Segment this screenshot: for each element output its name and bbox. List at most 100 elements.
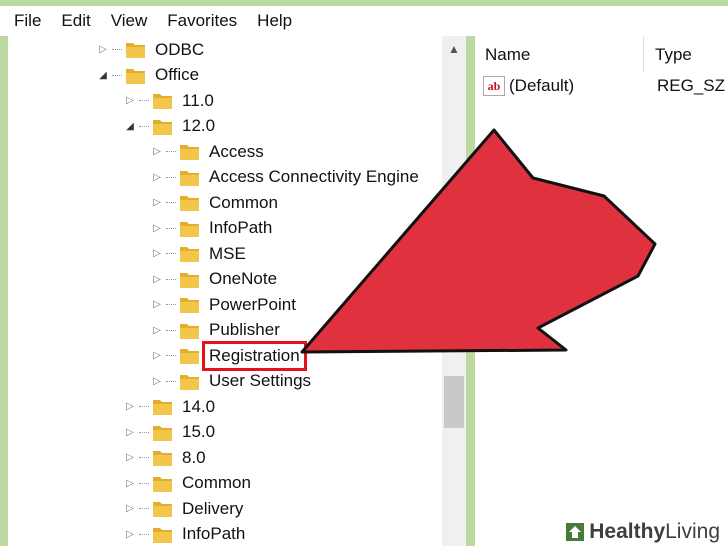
tree-node-label: 12.0 <box>182 116 216 135</box>
tree-node-label: Office <box>155 65 200 84</box>
value-name: (Default) <box>509 76 575 95</box>
expand-arrow-closed-icon[interactable]: ▷ <box>123 452 137 463</box>
tree-connector <box>139 125 149 127</box>
folder-icon <box>180 298 199 313</box>
tree-node[interactable]: ▷ Access Connectivity Engine <box>150 165 422 190</box>
tree-connector <box>139 508 149 509</box>
tree-node[interactable]: ▷ MSE <box>150 241 249 266</box>
list-item[interactable]: ab (Default) REG_SZ <box>483 73 728 99</box>
expand-arrow-closed-icon[interactable]: ▷ <box>123 95 137 106</box>
tree-connector <box>166 176 176 178</box>
tree-node-label: InfoPath <box>182 524 246 543</box>
expand-arrow-open-icon[interactable]: ◢ <box>123 121 137 132</box>
tree-node[interactable]: ▷ Access <box>150 139 267 164</box>
tree-node[interactable]: ▷ InfoPath <box>150 216 275 241</box>
tree-node[interactable]: ▷ User Settings <box>150 369 314 394</box>
folder-icon <box>153 94 172 109</box>
tree-node[interactable]: ▷ 8.0 <box>123 445 209 470</box>
tree-connector <box>166 202 176 203</box>
list-header: Name Type <box>475 36 728 72</box>
tree-connector <box>139 100 149 101</box>
value-type: REG_SZ <box>657 76 726 95</box>
tree-node[interactable]: ▷ 15.0 <box>123 420 218 445</box>
tree-node[interactable]: ◢ 12.0 <box>123 114 218 139</box>
expand-arrow-closed-icon[interactable]: ▷ <box>150 146 164 157</box>
folder-icon <box>153 400 172 415</box>
expand-arrow-closed-icon[interactable]: ▷ <box>123 401 137 412</box>
tree-connector <box>139 533 149 535</box>
menu-help[interactable]: Help <box>257 11 292 31</box>
folder-icon <box>180 323 199 339</box>
expand-arrow-closed-icon[interactable]: ▷ <box>150 248 164 259</box>
registry-tree: ▷ ODBC ◢ Office ▷ 11.0 ◢ 12.0 ▷ Access ▷ Access Con… <box>8 36 466 546</box>
expand-arrow-closed-icon[interactable]: ▷ <box>123 427 137 438</box>
folder-icon <box>126 43 145 58</box>
menu-view[interactable]: View <box>111 11 148 31</box>
expand-arrow-closed-icon[interactable]: ▷ <box>150 172 164 183</box>
tree-node[interactable]: ▷ Registration <box>150 340 307 371</box>
expand-arrow-closed-icon[interactable]: ▷ <box>150 223 164 234</box>
tree-node-label: Delivery <box>182 498 244 518</box>
expand-arrow-closed-icon[interactable]: ▷ <box>150 350 164 361</box>
expand-arrow-closed-icon[interactable]: ▷ <box>150 299 164 310</box>
expand-arrow-closed-icon[interactable]: ▷ <box>150 197 164 208</box>
folder-icon <box>180 196 199 211</box>
tree-node-label: MSE <box>209 243 246 263</box>
tree-connector <box>112 49 122 50</box>
menu-file[interactable]: File <box>14 11 41 31</box>
tree-node[interactable]: ▷ Common <box>150 190 281 215</box>
expand-arrow-closed-icon[interactable]: ▷ <box>123 529 137 540</box>
menu-edit[interactable]: Edit <box>61 11 90 31</box>
healthy-living-logo-icon <box>566 523 585 541</box>
tree-node-label: 14.0 <box>182 396 216 416</box>
folder-icon <box>180 349 199 364</box>
expand-arrow-closed-icon[interactable]: ▷ <box>123 503 137 514</box>
column-header-type[interactable]: Type <box>655 45 692 65</box>
tree-node-label: 11.0 <box>182 90 214 110</box>
tree-node-label: Access <box>209 141 264 161</box>
scroll-thumb[interactable] <box>444 376 464 428</box>
tree-connector <box>166 329 176 331</box>
tree-node-label: 8.0 <box>182 447 206 467</box>
tree-node[interactable]: ▷ ODBC <box>96 37 207 62</box>
expand-arrow-closed-icon[interactable]: ▷ <box>150 376 164 387</box>
column-header-name[interactable]: Name <box>485 45 530 65</box>
column-divider[interactable] <box>643 36 644 72</box>
tree-connector <box>166 151 176 152</box>
expand-arrow-closed-icon[interactable]: ▷ <box>96 44 110 55</box>
tree-node-label: OneNote <box>209 269 278 288</box>
tree-connector <box>166 278 176 280</box>
expand-arrow-closed-icon[interactable]: ▷ <box>150 325 164 336</box>
tree-node-label-highlighted: Registration <box>202 340 307 371</box>
menu-bar: File Edit View Favorites Help <box>0 6 728 36</box>
folder-icon <box>180 170 199 186</box>
tree-connector <box>166 355 176 356</box>
folder-icon <box>180 272 199 288</box>
expand-arrow-open-icon[interactable]: ◢ <box>96 70 110 81</box>
string-value-icon: ab <box>483 76 505 96</box>
menu-favorites[interactable]: Favorites <box>167 11 237 31</box>
folder-icon <box>153 425 172 441</box>
tree-node[interactable]: ◢ Office <box>96 63 202 88</box>
tree-scrollbar[interactable]: ▲ <box>442 36 466 546</box>
tree-node[interactable]: ▷ Delivery <box>123 496 246 521</box>
expand-arrow-closed-icon[interactable]: ▷ <box>123 478 137 489</box>
expand-arrow-closed-icon[interactable]: ▷ <box>150 274 164 285</box>
tree-node[interactable]: ▷ InfoPath <box>123 522 248 546</box>
tree-node-label: 15.0 <box>182 422 216 441</box>
tree-node[interactable]: ▷ OneNote <box>150 267 280 292</box>
tree-node[interactable]: ▷ 14.0 <box>123 394 218 419</box>
tree-connector <box>112 74 122 76</box>
folder-icon <box>180 221 199 237</box>
tree-node[interactable]: ▷ Common <box>123 471 254 496</box>
tree-node[interactable]: ▷ PowerPoint <box>150 292 299 317</box>
tree-node-label: Publisher <box>209 320 280 339</box>
values-list: Name Type ab (Default) REG_SZ <box>475 36 728 546</box>
tree-node[interactable]: ▷ Publisher <box>150 318 283 343</box>
tree-node[interactable]: ▷ 11.0 <box>123 88 217 113</box>
folder-icon <box>153 476 172 492</box>
scroll-up-arrow-icon[interactable]: ▲ <box>442 36 466 62</box>
tree-connector <box>139 457 149 458</box>
folder-icon <box>180 374 199 390</box>
tree-connector <box>166 253 176 254</box>
